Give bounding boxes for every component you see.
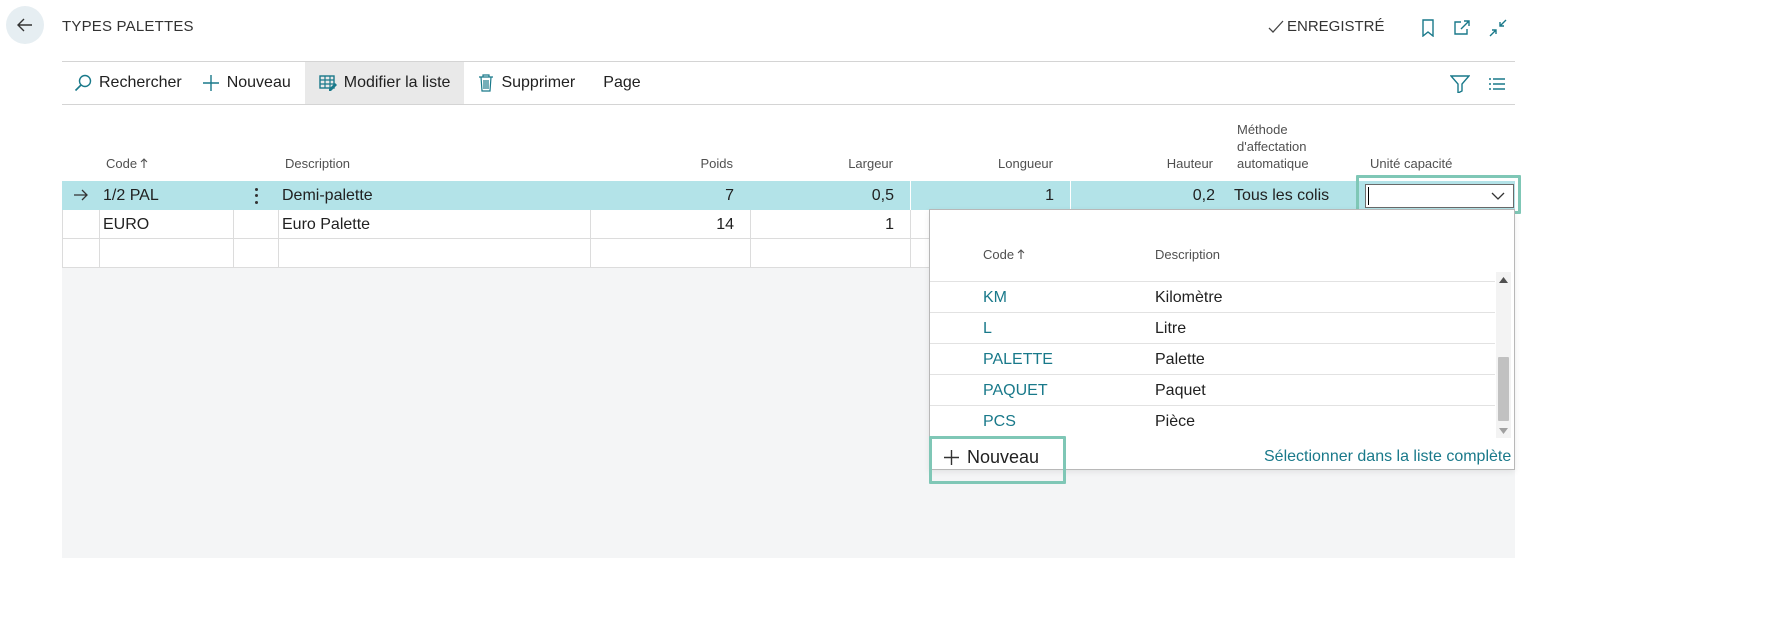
toolbar-divider [62,104,1515,105]
grid-line [910,181,911,210]
edit-list-button[interactable]: Modifier la liste [304,62,465,104]
lookup-row[interactable]: PALETTE Palette [930,344,1495,375]
sort-up-icon [1017,249,1025,259]
row1-description[interactable]: Demi-palette [282,187,373,205]
row-arrow-icon [74,189,88,201]
column-header-unite[interactable]: Unité capacité [1370,156,1452,171]
grid-line [278,210,279,268]
search-icon [74,74,92,92]
delete-button[interactable]: Supprimer [464,62,589,104]
scroll-down-arrow-icon[interactable] [1499,428,1508,434]
list-view-icon [1489,78,1505,90]
lookup-description: Pièce [1155,413,1196,430]
column-header-methode-line2: d'affectation [1237,139,1307,154]
column-header-longueur[interactable]: Longueur [960,156,1053,171]
column-header-methode-line3: automatique [1237,156,1309,171]
column-header-poids[interactable]: Poids [660,156,733,171]
new-button-label: Nouveau [226,74,291,91]
text-caret [1368,187,1369,205]
column-header-largeur[interactable]: Largeur [800,156,893,171]
back-button[interactable] [6,6,44,44]
column-header-description[interactable]: Description [285,156,350,171]
lookup-code[interactable]: KM [983,289,1007,307]
row2-code[interactable]: EURO [103,216,149,234]
lookup-code[interactable]: PALETTE [983,351,1053,369]
lookup-description: Kilomètre [1155,289,1223,306]
row2-poids[interactable]: 14 [640,216,734,234]
grid-line [750,210,751,268]
page-menu-label: Page [603,74,641,91]
column-header-methode-line1: Méthode [1237,122,1288,137]
bookmark-button[interactable] [1418,18,1438,38]
lookup-row[interactable]: PAQUET Paquet [930,375,1495,406]
lookup-code[interactable]: L [983,320,992,338]
lookup-code[interactable]: PAQUET [983,382,1048,400]
trash-icon [479,74,494,92]
page-title: TYPES PALETTES [62,18,194,35]
chevron-down-icon[interactable] [1490,188,1506,204]
lookup-description: Litre [1155,320,1187,337]
scroll-up-arrow-icon[interactable] [1499,277,1508,283]
column-header-code[interactable]: Code [106,156,148,171]
lookup-row[interactable]: L Litre [930,313,1495,344]
lookup-description: Palette [1155,351,1205,368]
lookup-dropdown: Code Description KM Kilomètre L Litre PA… [929,209,1515,470]
open-new-window-icon [1454,20,1470,35]
grid-line [62,210,63,268]
column-header-code-label: Code [106,156,138,171]
edit-list-button-label: Modifier la liste [343,74,451,91]
row1-longueur[interactable]: 1 [960,187,1054,205]
lookup-row[interactable]: PCS Pièce [930,406,1495,437]
lookup-clipped-row [930,272,1495,282]
delete-button-label: Supprimer [501,74,576,91]
lookup-new-button[interactable]: Nouveau [944,447,1039,468]
collapse-button[interactable] [1488,18,1508,38]
column-header-hauteur[interactable]: Hauteur [1120,156,1213,171]
row1-methode[interactable]: Tous les colis [1234,187,1329,205]
lookup-header-description[interactable]: Description [1155,247,1220,262]
row2-largeur[interactable]: 1 [800,216,894,234]
lookup-row[interactable]: KM Kilomètre [930,282,1495,313]
filter-button[interactable] [1449,74,1471,94]
plus-icon [944,450,959,465]
row1-hauteur[interactable]: 0,2 [1120,187,1215,205]
lookup-new-button-label: Nouveau [967,447,1040,467]
grid-line [910,210,911,268]
select-full-list-link[interactable]: Sélectionner dans la liste complète [1264,448,1511,466]
page-menu-button[interactable]: Page [589,62,654,104]
lookup-header-code-label: Code [983,247,1015,262]
search-button[interactable]: Rechercher [62,62,196,104]
lookup-scrollbar-thumb[interactable] [1498,357,1509,421]
collapse-icon [1489,19,1507,37]
column-header-methode[interactable]: Méthode d'affectation automatique [1237,121,1309,172]
grid-line [590,210,591,268]
row1-largeur[interactable]: 0,5 [800,187,894,205]
kebab-menu-icon[interactable] [250,186,262,206]
row1-poids[interactable]: 7 [640,187,734,205]
checkmark-icon [1268,20,1284,33]
back-arrow-icon [17,18,32,32]
grid-line [1070,181,1071,210]
saved-status: ENREGISTRÉ [1268,18,1385,35]
edit-list-icon [319,75,337,91]
open-new-window-button[interactable] [1452,18,1472,38]
new-button[interactable]: Nouveau [196,62,305,104]
grid-line [233,210,234,268]
grid-line [99,210,100,268]
plus-icon [202,75,219,91]
sort-up-icon [140,158,148,168]
lookup-header-code[interactable]: Code [983,247,1025,262]
filter-icon [1450,75,1470,93]
lookup-description: Paquet [1155,382,1206,399]
row2-description[interactable]: Euro Palette [282,216,370,234]
saved-status-label: ENREGISTRÉ [1287,18,1385,35]
lookup-code[interactable]: PCS [983,413,1016,431]
list-view-button[interactable] [1486,74,1508,94]
search-button-label: Rechercher [99,74,182,91]
row1-code[interactable]: 1/2 PAL [103,187,159,205]
bookmark-icon [1422,19,1434,37]
action-bar: Rechercher Nouveau Modifier la liste Sup… [62,62,655,104]
